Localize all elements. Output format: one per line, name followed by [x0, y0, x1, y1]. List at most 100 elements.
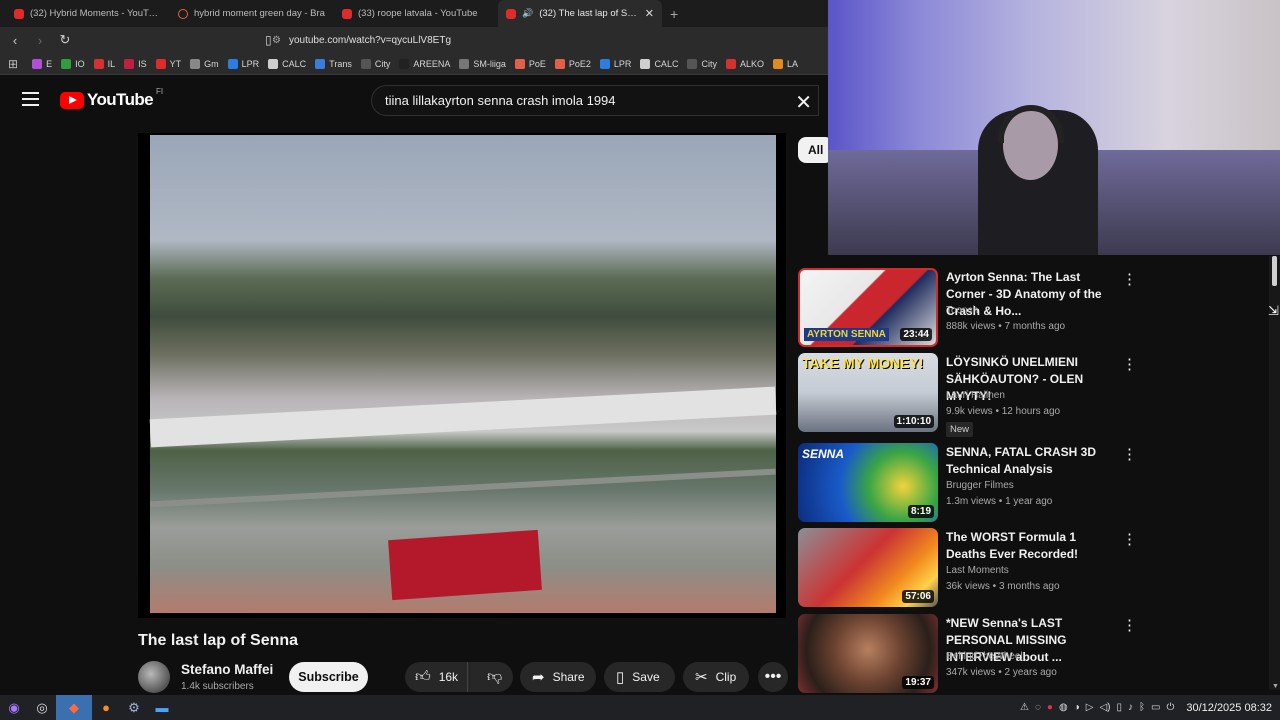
browser-tab[interactable]: (33) roope latvala - YouTube: [334, 0, 498, 27]
recommendation-title[interactable]: The WORST Formula 1 Deaths Ever Recorded…: [946, 529, 1116, 563]
url-text[interactable]: youtube.com/watch?v=qycuLlV8ETg: [289, 35, 451, 46]
recommendation-thumbnail[interactable]: TAKE MY MONEY! 1:10:10: [798, 353, 938, 432]
site-info-icon[interactable]: ⚙: [272, 35, 281, 46]
bookmark-item[interactable]: E: [32, 58, 52, 69]
record-icon[interactable]: ●: [1047, 702, 1053, 713]
bookmark-icon[interactable]: ▯: [265, 33, 272, 47]
display-icon[interactable]: ▭: [1151, 702, 1160, 713]
more-actions-button[interactable]: •••: [758, 662, 788, 692]
microphone-icon[interactable]: ♪: [1128, 702, 1133, 713]
recommendation-item[interactable]: SENNA 8:19 SENNA, FATAL CRASH 3D Technic…: [798, 443, 1143, 525]
brave-browser-icon[interactable]: ◆: [56, 695, 92, 720]
bookmark-item[interactable]: LA: [772, 58, 798, 69]
bookmark-item[interactable]: LPR: [599, 58, 631, 69]
more-vertical-icon[interactable]: ⋮: [1122, 270, 1137, 288]
browser-tab[interactable]: hybrid moment green day - Bra: [170, 0, 334, 27]
network-tray-icon[interactable]: ◍: [1059, 702, 1068, 713]
audio-playing-icon[interactable]: 🔊: [522, 8, 533, 19]
scrollbar-thumb[interactable]: [1272, 256, 1277, 286]
volume-icon[interactable]: ◁): [1099, 702, 1110, 713]
bookmark-item[interactable]: CALC: [268, 58, 306, 69]
back-icon[interactable]: ‹: [5, 33, 25, 48]
dislike-button[interactable]: 👎︎: [476, 668, 513, 686]
bookmark-item[interactable]: IL: [93, 58, 115, 69]
bookmark-item[interactable]: YT: [155, 58, 181, 69]
scroll-down-arrow-icon[interactable]: ▼: [1272, 683, 1279, 690]
recommendation-channel[interactable]: Last Moments: [946, 565, 1009, 576]
forward-icon[interactable]: ›: [30, 33, 50, 48]
bookmark-favicon-icon: [124, 58, 135, 69]
recommendation-item[interactable]: AYRTON SENNA 23:44 Ayrton Senna: The Las…: [798, 268, 1143, 350]
bookmark-item[interactable]: IO: [61, 58, 85, 69]
page-scrollbar[interactable]: [1269, 256, 1280, 690]
video-player[interactable]: [138, 133, 786, 618]
clear-search-icon[interactable]: ✕: [795, 90, 812, 115]
bookmark-item[interactable]: LPR: [227, 58, 259, 69]
recommendation-title[interactable]: SENNA, FATAL CRASH 3D Technical Analysis: [946, 444, 1116, 478]
like-button[interactable]: 👍︎ 16k: [405, 662, 469, 692]
save-button[interactable]: ▯ Save: [604, 662, 675, 692]
file-manager-icon[interactable]: ▬: [148, 695, 176, 720]
recommendation-channel[interactable]: Brugger Filmes: [946, 480, 1014, 491]
clipboard-icon[interactable]: ▯: [1116, 702, 1122, 713]
steam-tray-icon[interactable]: ◌: [1035, 702, 1041, 713]
bookmark-item[interactable]: City: [360, 58, 390, 69]
more-vertical-icon[interactable]: ⋮: [1122, 355, 1137, 373]
firefox-icon[interactable]: ●: [92, 695, 120, 720]
bookmark-item[interactable]: Gm: [190, 58, 219, 69]
search-input[interactable]: [385, 93, 785, 108]
bookmark-favicon-icon: [554, 58, 565, 69]
recommendation-item[interactable]: 19:37 *NEW Senna's LAST PERSONAL MISSING…: [798, 614, 1143, 696]
apps-grid-icon[interactable]: ⊞: [8, 57, 18, 71]
bookmark-item[interactable]: ALKO: [725, 58, 764, 69]
recommendation-item[interactable]: TAKE MY MONEY! 1:10:10 LÖYSINKÖ UNELMIEN…: [798, 353, 1143, 437]
subscribe-button[interactable]: Subscribe: [289, 662, 368, 692]
bookmark-item[interactable]: City: [687, 58, 717, 69]
bookmark-label: IO: [75, 58, 85, 69]
new-tab-button[interactable]: +: [670, 6, 678, 22]
notification-icon[interactable]: ⚠: [1020, 702, 1029, 713]
start-menu-icon[interactable]: ◉: [0, 695, 28, 720]
channel-name[interactable]: Stefano Maffei: [181, 662, 273, 677]
media-play-icon[interactable]: ▷: [1086, 702, 1094, 713]
browser-tab-active[interactable]: 🔊 (32) The last lap of Senna ✕: [498, 0, 662, 27]
recommendation-item[interactable]: 57:06 The WORST Formula 1 Deaths Ever Re…: [798, 528, 1143, 610]
bookmark-item[interactable]: AREENA: [399, 58, 450, 69]
search-box[interactable]: ✕: [371, 85, 819, 116]
video-owner-row: Stefano Maffei 1.4k subscribers Subscrib…: [138, 661, 788, 695]
share-button[interactable]: ➦ Share: [520, 662, 596, 692]
bookmark-item[interactable]: SM-liiga: [459, 58, 506, 69]
overview-icon[interactable]: ◎: [28, 695, 56, 720]
bookmark-item[interactable]: Trans: [315, 58, 352, 69]
clock[interactable]: 30/12/2025 08:32: [1186, 702, 1272, 714]
bluetooth-icon[interactable]: ᛒ: [1139, 702, 1145, 713]
channel-avatar[interactable]: [138, 661, 170, 693]
video-frame[interactable]: [149, 135, 777, 613]
more-vertical-icon[interactable]: ⋮: [1122, 530, 1137, 548]
bookmark-item[interactable]: PoE2: [554, 58, 591, 69]
more-vertical-icon[interactable]: ⋮: [1122, 445, 1137, 463]
bookmark-item[interactable]: CALC: [640, 58, 678, 69]
steam-icon[interactable]: ⚙: [120, 695, 148, 720]
reload-icon[interactable]: ↻: [55, 32, 75, 48]
browser-tab[interactable]: (32) Hybrid Moments - YouTube: [6, 0, 170, 27]
hamburger-menu-icon[interactable]: [22, 92, 39, 106]
browser-tab-bar: (32) Hybrid Moments - YouTube hybrid mom…: [0, 0, 828, 27]
power-icon[interactable]: ⏻: [1166, 702, 1174, 713]
more-vertical-icon[interactable]: ⋮: [1122, 616, 1137, 634]
recommendation-channel[interactable]: Toonch: [946, 305, 978, 316]
update-icon[interactable]: ◑: [1074, 702, 1080, 713]
recommendation-channel[interactable]: Lauri Halinen: [946, 390, 1005, 401]
recommendation-thumbnail[interactable]: SENNA 8:19: [798, 443, 938, 522]
url-field[interactable]: ⚙ youtube.com/watch?v=qycuLlV8ETg: [272, 31, 828, 50]
clip-button[interactable]: ✂ Clip: [683, 662, 749, 692]
recommendation-thumbnail[interactable]: AYRTON SENNA 23:44: [798, 268, 938, 347]
recommendation-channel[interactable]: BehindTheWheel: [946, 651, 1023, 662]
close-tab-icon[interactable]: ✕: [645, 7, 654, 20]
recommendation-thumbnail[interactable]: 19:37: [798, 614, 938, 693]
recommendation-thumbnail[interactable]: 57:06: [798, 528, 938, 607]
youtube-header: YouTube FI ✕: [0, 75, 828, 127]
bookmark-item[interactable]: IS: [124, 58, 147, 69]
youtube-logo[interactable]: YouTube FI: [60, 87, 163, 110]
bookmark-item[interactable]: PoE: [514, 58, 546, 69]
